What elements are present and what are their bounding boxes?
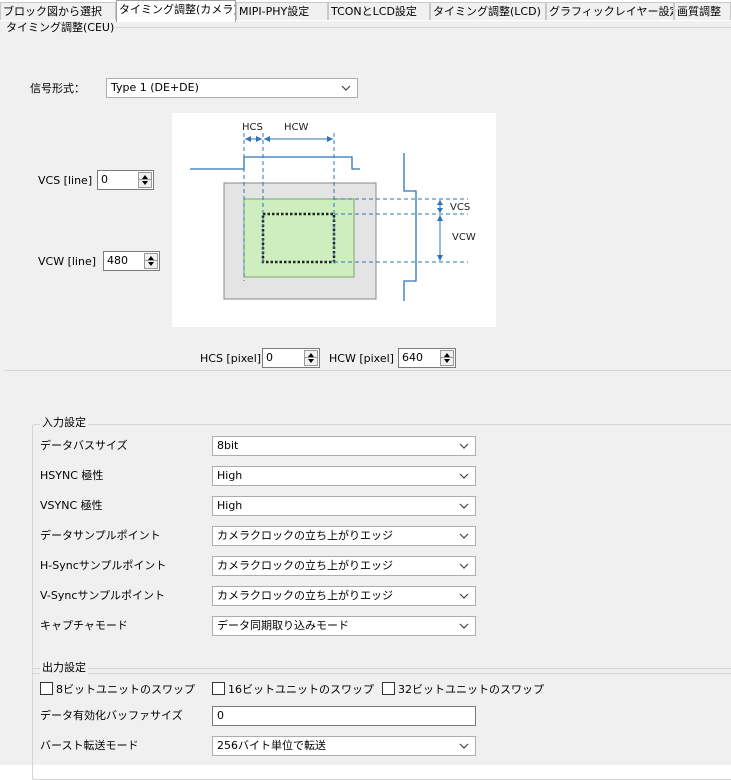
vcs-stepper[interactable]: 0 <box>97 170 154 190</box>
tab-block-diagram[interactable]: ブロック図から選択 <box>0 2 116 20</box>
data-sample-point-value: カメラクロックの立ち上がりエッジ <box>217 529 393 542</box>
spin-down-icon[interactable] <box>308 359 314 363</box>
tab-panel: タイミング調整(CEU) 信号形式： Type 1 (DE+DE) VCS [l… <box>0 21 731 780</box>
swap-32bit-checkbox[interactable]: 32ビットユニットのスワップ <box>382 682 544 696</box>
timing-diagram: HCS HCW VCS VCW <box>172 113 496 327</box>
tab-timing-lcd[interactable]: タイミング調整(LCD) <box>430 2 546 20</box>
vcw-value: 480 <box>107 254 128 267</box>
input-group-title: 入力設定 <box>40 416 88 429</box>
spin-down-icon[interactable] <box>444 359 450 363</box>
hcw-stepper[interactable]: 640 <box>398 348 456 368</box>
data-sample-point-select[interactable]: カメラクロックの立ち上がりエッジ <box>212 526 476 546</box>
diagram-hcs-label: HCS <box>242 122 263 133</box>
hsync-sample-point-label: H-Syncサンプルポイント <box>40 559 167 572</box>
tab-bar: ブロック図から選択 タイミング調整(カメラ) MIPI-PHY設定 TCONとL… <box>0 0 731 22</box>
hcs-value: 0 <box>266 351 273 364</box>
buffer-size-label: データ有効化バッファサイズ <box>40 709 183 722</box>
vcs-spin-buttons[interactable] <box>138 172 152 188</box>
signal-format-select[interactable]: Type 1 (DE+DE) <box>106 78 358 98</box>
hcw-spin-buttons[interactable] <box>440 350 454 366</box>
hcw-value: 640 <box>402 351 423 364</box>
chevron-down-icon <box>459 473 469 479</box>
diagram-hcw-label: HCW <box>284 122 309 133</box>
swap-16bit-label: 16ビットユニットのスワップ <box>228 683 374 696</box>
checkbox-box[interactable] <box>212 682 225 695</box>
vcs-value: 0 <box>101 173 108 186</box>
data-bus-size-label: データバスサイズ <box>40 439 128 452</box>
hsync-polarity-value: High <box>217 469 243 482</box>
diagram-vcw-label: VCW <box>452 232 476 243</box>
tab-timing-camera[interactable]: タイミング調整(カメラ) <box>116 0 236 22</box>
hcs-label: HCS [pixel] <box>200 352 262 365</box>
data-bus-size-value: 8bit <box>217 439 239 452</box>
spin-down-icon[interactable] <box>148 262 154 266</box>
swap-32bit-label: 32ビットユニットのスワップ <box>398 683 544 696</box>
chevron-down-icon <box>459 623 469 629</box>
hcs-stepper[interactable]: 0 <box>262 348 320 368</box>
chevron-down-icon <box>459 743 469 749</box>
burst-mode-value: 256バイト単位で転送 <box>217 739 326 752</box>
chevron-down-icon <box>459 503 469 509</box>
hcw-label: HCW [pixel] <box>329 352 394 365</box>
vcw-spin-buttons[interactable] <box>144 253 158 269</box>
vsync-sample-point-select[interactable]: カメラクロックの立ち上がりエッジ <box>212 586 476 606</box>
chevron-down-icon <box>341 85 351 91</box>
spin-down-icon[interactable] <box>142 181 148 185</box>
chevron-down-icon <box>459 593 469 599</box>
vsync-polarity-value: High <box>217 499 243 512</box>
vsync-sample-point-label: V-Syncサンプルポイント <box>40 589 166 602</box>
checkbox-box[interactable] <box>382 682 395 695</box>
vcw-label: VCW [line] <box>38 255 97 268</box>
checkbox-box[interactable] <box>40 682 53 695</box>
buffer-size-input[interactable]: 0 <box>212 706 476 726</box>
swap-8bit-label: 8ビットユニットのスワップ <box>56 683 195 696</box>
input-settings-group <box>32 424 731 674</box>
hsync-polarity-select[interactable]: High <box>212 466 476 486</box>
signal-format-label: 信号形式： <box>30 82 85 95</box>
vcw-stepper[interactable]: 480 <box>103 251 160 271</box>
burst-mode-select[interactable]: 256バイト単位で転送 <box>212 736 476 756</box>
vsync-polarity-label: VSYNC 極性 <box>40 499 103 512</box>
capture-mode-value: データ同期取り込みモード <box>217 619 349 632</box>
hsync-sample-point-value: カメラクロックの立ち上がりエッジ <box>217 559 393 572</box>
vcs-label: VCS [line] <box>38 174 93 187</box>
data-sample-point-label: データサンプルポイント <box>40 529 161 542</box>
swap-8bit-checkbox[interactable]: 8ビットユニットのスワップ <box>40 682 195 696</box>
swap-16bit-checkbox[interactable]: 16ビットユニットのスワップ <box>212 682 374 696</box>
capture-mode-label: キャプチャモード <box>40 619 128 632</box>
chevron-down-icon <box>459 533 469 539</box>
hcs-spin-buttons[interactable] <box>304 350 318 366</box>
chevron-down-icon <box>459 563 469 569</box>
tab-image-quality[interactable]: 画質調整 <box>674 2 731 20</box>
data-bus-size-select[interactable]: 8bit <box>212 436 476 456</box>
burst-mode-label: バースト転送モード <box>40 739 139 752</box>
timing-diagram-graphic: HCS HCW VCS VCW <box>190 122 476 301</box>
capture-mode-select[interactable]: データ同期取り込みモード <box>212 616 476 636</box>
tab-graphic-layer[interactable]: グラフィックレイヤー設定 <box>546 2 674 20</box>
tab-mipi-phy[interactable]: MIPI-PHY設定 <box>236 2 328 20</box>
output-group-title: 出力設定 <box>40 661 88 674</box>
hsync-sample-point-select[interactable]: カメラクロックの立ち上がりエッジ <box>212 556 476 576</box>
diagram-vcs-label: VCS <box>450 202 470 213</box>
signal-format-value: Type 1 (DE+DE) <box>111 81 199 94</box>
hsync-polarity-label: HSYNC 極性 <box>40 469 104 482</box>
chevron-down-icon <box>459 443 469 449</box>
vsync-sample-point-value: カメラクロックの立ち上がりエッジ <box>217 589 393 602</box>
vsync-polarity-select[interactable]: High <box>212 496 476 516</box>
tab-tcon-lcd[interactable]: TCONとLCD設定 <box>328 2 430 20</box>
ceu-group-title: タイミング調整(CEU) <box>4 21 117 34</box>
